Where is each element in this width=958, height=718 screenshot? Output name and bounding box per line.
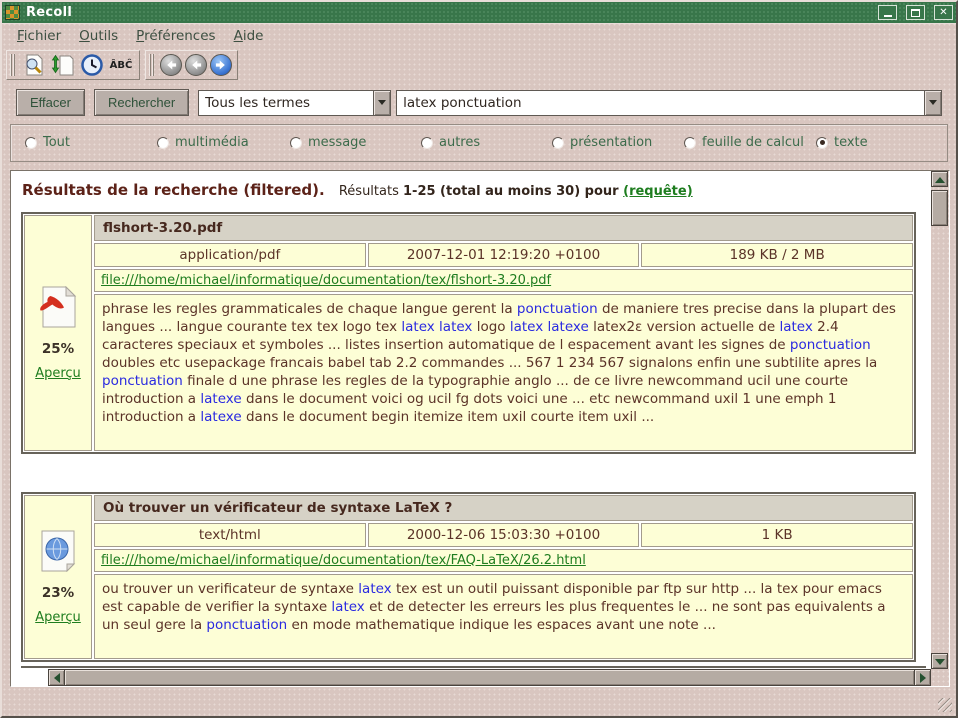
scroll-up-button[interactable] [931, 171, 948, 187]
relevance-percent: 23% [42, 585, 74, 601]
menu-bar: FichierOutilsPréférencesAide [2, 24, 956, 48]
menu-item-fichier[interactable]: Fichier [8, 25, 70, 47]
vertical-scrollbar[interactable] [931, 171, 949, 669]
result-entry: 23% Aperçu Où trouver un vérificateur de… [21, 492, 916, 662]
sort-results-button[interactable] [50, 52, 76, 78]
preview-link[interactable]: Aperçu [35, 366, 81, 381]
next-result-peek [21, 666, 926, 668]
results-content: Résultats de la recherche (filtered). Ré… [12, 171, 930, 668]
back-arrow-icon [164, 58, 178, 72]
triangle-right-icon [920, 673, 931, 683]
sort-results-icon [51, 53, 75, 77]
vertical-scroll-thumb[interactable] [931, 190, 948, 226]
minimize-icon [884, 14, 892, 17]
result-date: 2000-12-06 15:03:30 +0100 [368, 523, 640, 547]
search-mode-combobox[interactable]: Tous les termes [198, 90, 391, 116]
result-snippet: phrase les regles grammaticales de chaqu… [94, 294, 913, 451]
result-date: 2007-12-01 12:19:20 +0100 [368, 243, 640, 267]
result-size: 1 KB [641, 523, 913, 547]
toolbar-grip[interactable] [149, 54, 154, 76]
resize-grip-icon[interactable] [938, 698, 952, 712]
filter-multimédia[interactable]: multimédia [157, 135, 249, 150]
results-list: 25% Aperçu flshort-3.20.pdf application/… [12, 212, 930, 662]
close-icon: ✕ [939, 8, 947, 18]
pdf-file-icon [38, 286, 78, 332]
previous-page-button[interactable] [185, 54, 207, 76]
radio-icon [816, 137, 828, 149]
triangle-left-icon [49, 673, 60, 683]
forward-arrow-icon [214, 58, 228, 72]
menu-item-aide[interactable]: Aide [225, 25, 273, 47]
html-file-icon [38, 530, 78, 576]
chevron-down-icon[interactable] [924, 91, 941, 115]
query-combobox [396, 90, 942, 116]
history-clock-button[interactable] [79, 52, 105, 78]
result-sidebar: 25% Aperçu [24, 215, 92, 451]
history-clock-icon [80, 53, 104, 77]
maximize-icon [911, 9, 920, 17]
relevance-percent: 25% [42, 341, 74, 357]
result-snippet: ou trouver un verificateur de syntaxe la… [94, 574, 913, 659]
maximize-button[interactable] [906, 5, 925, 20]
document-preview-button[interactable] [21, 52, 47, 78]
results-panel: Résultats de la recherche (filtered). Ré… [10, 170, 950, 687]
search-row: Effacer Rechercher Tous les termes [16, 89, 942, 116]
chevron-down-icon[interactable] [373, 91, 390, 115]
result-mimetype: text/html [94, 523, 366, 547]
menu-item-outils[interactable]: Outils [70, 25, 127, 47]
results-title: Résultats de la recherche (filtered). [22, 181, 325, 199]
result-mimetype: application/pdf [94, 243, 366, 267]
horizontal-scrollbar[interactable] [48, 669, 931, 686]
toolbar: ÂBĈ [2, 48, 956, 82]
clear-button[interactable]: Effacer [16, 89, 85, 116]
triangle-up-icon [935, 172, 945, 183]
result-size: 189 KB / 2 MB [641, 243, 913, 267]
menu-item-préférences[interactable]: Préférences [127, 25, 224, 47]
results-range: 1-25 (total au moins 30) pour [403, 184, 623, 199]
result-sidebar: 23% Aperçu [24, 495, 92, 659]
filter-bar: Tout multimédia message autres présentation f… [10, 124, 948, 162]
title-bar[interactable]: Recoll ✕ [2, 2, 956, 24]
preview-link[interactable]: Aperçu [35, 610, 81, 625]
radio-icon [421, 137, 433, 149]
query-link[interactable]: (requête) [623, 184, 693, 199]
result-url-link[interactable]: file:///home/michael/informatique/docume… [101, 273, 551, 288]
result-url-link[interactable]: file:///home/michael/informatique/docume… [101, 553, 586, 568]
radio-icon [290, 137, 302, 149]
term-explorer-icon: ÂBĈ [110, 60, 133, 71]
scroll-right-button[interactable] [914, 669, 931, 686]
filter-autres[interactable]: autres [421, 135, 480, 150]
recoll-app-icon [5, 5, 20, 20]
filter-présentation[interactable]: présentation [552, 135, 652, 150]
radio-icon [25, 137, 37, 149]
radio-icon [157, 137, 169, 149]
recoll-window: Recoll ✕ FichierOutilsPréférencesAide [0, 0, 958, 718]
search-input[interactable] [397, 91, 924, 115]
window-title: Recoll [26, 5, 72, 20]
scroll-down-button[interactable] [931, 653, 948, 669]
radio-icon [552, 137, 564, 149]
filter-feuille-de-calcul[interactable]: feuille de calcul [684, 135, 804, 150]
result-title: Où trouver un vérificateur de syntaxe La… [94, 495, 913, 521]
term-explorer-button[interactable]: ÂBĈ [108, 52, 134, 78]
radio-icon [684, 137, 696, 149]
result-title: flshort-3.20.pdf [94, 215, 913, 241]
horizontal-scroll-thumb[interactable] [65, 669, 914, 686]
document-preview-icon [22, 53, 46, 77]
filter-texte[interactable]: texte [816, 135, 868, 150]
search-button[interactable]: Rechercher [94, 89, 189, 116]
toolbar-grip[interactable] [10, 54, 15, 76]
back-arrow-icon [189, 58, 203, 72]
first-page-button[interactable] [160, 54, 182, 76]
scroll-left-button[interactable] [48, 669, 65, 686]
next-page-button[interactable] [210, 54, 232, 76]
results-count-prefix: Résultats [339, 184, 399, 199]
result-entry: 25% Aperçu flshort-3.20.pdf application/… [21, 212, 916, 454]
filter-message[interactable]: message [290, 135, 366, 150]
results-heading: Résultats de la recherche (filtered). Ré… [12, 171, 930, 212]
minimize-button[interactable] [878, 5, 897, 20]
close-button[interactable]: ✕ [934, 5, 953, 20]
filter-tout[interactable]: Tout [25, 135, 70, 150]
search-mode-value: Tous les termes [199, 91, 373, 115]
